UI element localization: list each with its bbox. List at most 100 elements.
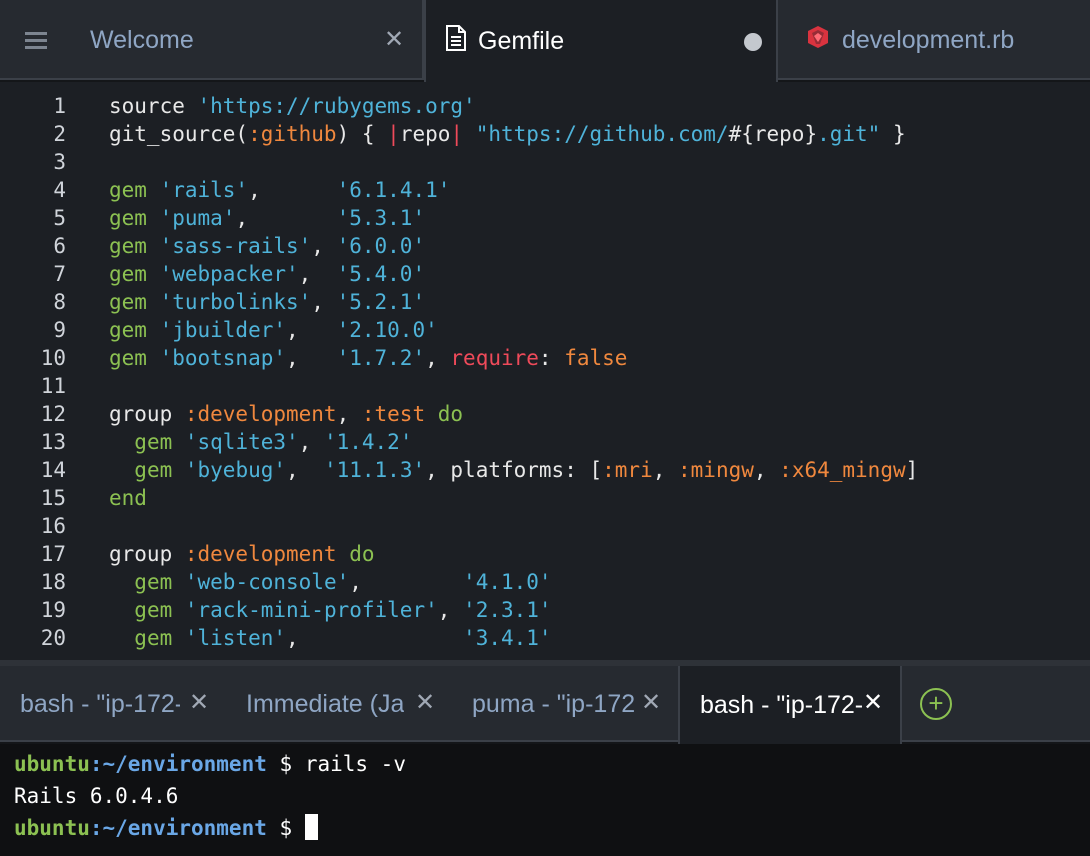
ruby-gem-icon (806, 25, 830, 56)
code-token: , (311, 290, 337, 314)
terminal-command: rails -v (304, 752, 406, 776)
code-token: :x64_mingw (779, 458, 906, 482)
tab-label: puma - "ip-172 (472, 689, 636, 718)
code-token: '1.7.2' (336, 346, 426, 370)
code-token: , (298, 430, 324, 454)
code-token: #{repo} (728, 122, 818, 146)
tab-development-rb[interactable]: development.rb (778, 0, 1090, 80)
line-number: 16 (40, 514, 66, 538)
tab-terminal-puma[interactable]: puma - "ip-172 ✕ (452, 666, 678, 742)
code-token: '3.4.1' (463, 626, 552, 650)
code-token: gem (109, 346, 160, 370)
close-icon[interactable]: ✕ (862, 691, 884, 715)
tab-label: Immediate (Ja (246, 689, 405, 718)
code-token: 'rack-mini-profiler' (184, 598, 438, 622)
code-token: , (753, 458, 780, 482)
code-token: 'bootsnap' (159, 346, 287, 370)
line-number: 6 (53, 234, 66, 258)
code-token: , platforms: [ (425, 458, 603, 482)
code-token: :mingw (678, 458, 754, 482)
code-text: gem 'listen', '3.4.1' (109, 624, 552, 652)
code-token: , (437, 598, 464, 622)
line-number: 2 (53, 122, 66, 146)
close-icon[interactable]: ✕ (188, 691, 210, 715)
code-token: , (235, 206, 337, 230)
tab-label: Gemfile (478, 26, 565, 55)
tab-terminal-immediate[interactable]: Immediate (Ja ✕ (226, 666, 452, 742)
prompt-path: :~/environment (89, 816, 267, 840)
code-token: :development (184, 542, 337, 566)
code-token: 'puma' (159, 206, 236, 230)
code-token: | (450, 122, 464, 146)
code-token: git_source( (109, 122, 249, 146)
code-editor[interactable]: 1 source 'https://rubygems.org' 2 git_sourc… (0, 82, 1090, 660)
code-text: group :development, :test do (109, 400, 463, 428)
code-token: do (349, 542, 375, 566)
code-token: : (538, 346, 565, 370)
code-token: gem (134, 458, 185, 482)
code-token: 'byebug' (184, 458, 287, 482)
close-icon[interactable]: ✕ (640, 691, 662, 715)
terminal-panel[interactable]: ubuntu:~/environment $ rails -v Rails 6.… (0, 744, 1090, 856)
code-token: '6.0.0' (336, 234, 426, 258)
tab-terminal-bash-active[interactable]: bash - "ip-172- ✕ (678, 666, 902, 744)
tab-welcome[interactable]: Welcome ✕ (72, 0, 424, 80)
code-text: gem 'rack-mini-profiler', '2.3.1' (109, 596, 551, 624)
close-icon[interactable]: ✕ (382, 28, 406, 52)
code-text: gem 'jbuilder', '2.10.0' (109, 316, 438, 344)
code-token: '5.4.0' (336, 262, 426, 286)
code-token: , (286, 458, 324, 482)
code-token: , (311, 234, 337, 258)
close-icon[interactable]: ✕ (414, 691, 436, 715)
code-token: :github (248, 122, 337, 146)
tab-label: bash - "ip-172- (700, 690, 864, 719)
code-token: .git" (817, 122, 881, 146)
line-number: 4 (53, 178, 66, 202)
code-text: gem 'byebug', '11.1.3', platforms: [:mri… (109, 456, 918, 484)
tab-terminal-bash-1[interactable]: bash - "ip-172- ✕ (0, 666, 226, 742)
code-token: '5.2.1' (336, 290, 426, 314)
code-token: 'web-console' (184, 570, 350, 594)
tab-label: bash - "ip-172- (20, 689, 180, 718)
code-token: 'https://rubygems.org' (197, 94, 476, 118)
code-token: 'sass-rails' (159, 234, 312, 258)
code-text: source 'https://rubygems.org' (109, 92, 476, 120)
line-number: 15 (40, 486, 66, 510)
menu-button[interactable] (0, 0, 72, 80)
hamburger-icon (25, 32, 47, 49)
unsaved-dot-icon[interactable] (744, 33, 762, 51)
plus-circle-icon[interactable]: + (920, 688, 952, 720)
code-token: gem (134, 570, 185, 594)
line-number: 3 (53, 150, 66, 174)
tab-gemfile[interactable]: Gemfile (424, 0, 778, 82)
prompt-symbol: $ (266, 752, 305, 776)
code-token: , (286, 318, 337, 342)
code-token: gem (109, 290, 160, 314)
line-number: 7 (53, 262, 66, 286)
code-token: '4.1.0' (463, 570, 552, 594)
code-token: source (109, 94, 198, 118)
code-token: ) { (336, 122, 388, 146)
terminal-output: Rails 6.0.4.6 (14, 784, 179, 808)
code-token: ] (905, 458, 919, 482)
code-token: , (349, 570, 464, 594)
prompt-symbol: $ (266, 816, 305, 840)
line-number: 1 (53, 94, 66, 118)
code-token: , (652, 458, 679, 482)
code-token: | (387, 122, 400, 146)
editor-tab-bar: Welcome ✕ Gemfile development.rb (0, 0, 1090, 82)
code-text: gem 'rails', '6.1.4.1' (109, 176, 450, 204)
code-token: '6.1.4.1' (336, 178, 451, 202)
code-token: gem (109, 178, 160, 202)
code-token: 'sqlite3' (184, 430, 299, 454)
code-token: gem (134, 598, 185, 622)
code-text: group :development do (109, 540, 375, 568)
code-token: gem (134, 626, 185, 650)
code-token: , (298, 262, 337, 286)
